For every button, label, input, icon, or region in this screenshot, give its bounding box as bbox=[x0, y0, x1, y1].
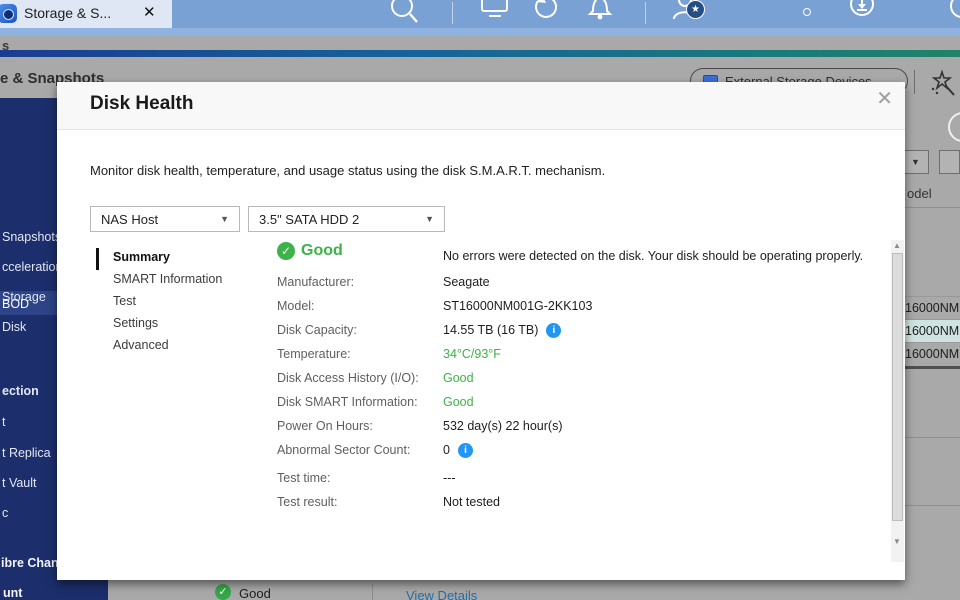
bell-icon[interactable] bbox=[585, 0, 615, 21]
info-icon[interactable]: i bbox=[546, 323, 561, 338]
topbar: ★ Storage & S... ✕ bbox=[0, 0, 960, 28]
bottom-column-divider bbox=[372, 584, 373, 600]
filter-dropdown-partial[interactable] bbox=[939, 150, 960, 174]
dot-indicator-icon bbox=[803, 8, 811, 16]
disk-health-dialog: Disk Health ✕ Monitor disk health, tempe… bbox=[57, 82, 905, 580]
health-status-message: No errors were detected on the disk. You… bbox=[443, 249, 863, 263]
tab-storage-snapshots[interactable]: Storage & S... ✕ bbox=[0, 0, 172, 28]
history-icon[interactable] bbox=[532, 0, 562, 23]
table-line bbox=[905, 437, 960, 438]
good-status-label: Good bbox=[239, 586, 271, 600]
disk-select-value: 3.5" SATA HDD 2 bbox=[259, 212, 359, 227]
topbar-divider bbox=[645, 2, 646, 24]
dialog-description: Monitor disk health, temperature, and us… bbox=[90, 163, 605, 178]
field-disk-smart-information: Disk SMART Information: Good bbox=[277, 390, 877, 414]
nav-summary[interactable]: Summary bbox=[96, 248, 222, 270]
health-status: ✓ Good bbox=[277, 242, 343, 260]
field-model: Model: ST16000NM001G-2KK103 bbox=[277, 294, 877, 318]
dialog-header: Disk Health ✕ bbox=[57, 82, 905, 130]
download-icon[interactable] bbox=[848, 0, 876, 21]
toolbar-divider bbox=[914, 70, 915, 94]
field-test-result: Test result: Not tested bbox=[277, 490, 877, 514]
topbar-lower-strip bbox=[0, 28, 960, 36]
field-temperature: Temperature: 34°C/93°F bbox=[277, 342, 877, 366]
nav-advanced[interactable]: Advanced bbox=[96, 336, 222, 358]
topbar-divider bbox=[452, 2, 453, 24]
health-status-label: Good bbox=[301, 242, 343, 260]
field-disk-capacity: Disk Capacity: 14.55 TB (16 TB) i bbox=[277, 318, 877, 342]
host-select[interactable]: NAS Host ▼ bbox=[90, 206, 240, 232]
magic-wand-icon[interactable] bbox=[928, 69, 956, 97]
partial-icon[interactable] bbox=[948, 0, 960, 22]
disk-select[interactable]: 3.5" SATA HDD 2 ▼ bbox=[248, 206, 445, 232]
dialog-scrollbar[interactable]: ▲ ▼ bbox=[891, 240, 904, 562]
table-line bbox=[905, 505, 960, 506]
table-row[interactable]: 16000NM bbox=[905, 342, 960, 365]
field-power-on-hours: Power On Hours: 532 day(s) 22 hour(s) bbox=[277, 414, 877, 438]
field-manufacturer: Manufacturer: Seagate bbox=[277, 270, 877, 294]
sidebar-item-mount[interactable]: unt bbox=[0, 586, 108, 600]
host-select-value: NAS Host bbox=[101, 212, 158, 227]
search-icon[interactable] bbox=[388, 0, 420, 25]
good-status-check-icon: ✓ bbox=[215, 584, 231, 600]
screen: ★ Storage & S... ✕ s e & Snapshots Exter… bbox=[0, 0, 960, 600]
table-end-line bbox=[905, 366, 960, 369]
nav-test[interactable]: Test bbox=[96, 292, 222, 314]
storage-app-icon bbox=[0, 4, 17, 23]
devices-icon[interactable] bbox=[480, 0, 510, 19]
view-details-link[interactable]: View Details bbox=[406, 588, 477, 600]
field-test-time: Test time: --- bbox=[277, 466, 877, 490]
nav-settings[interactable]: Settings bbox=[96, 314, 222, 336]
user-star-badge-icon[interactable]: ★ bbox=[686, 0, 705, 19]
model-column-header-fragment: odel bbox=[907, 186, 932, 201]
dialog-close-icon[interactable]: ✕ bbox=[876, 86, 893, 111]
info-icon[interactable]: i bbox=[458, 443, 473, 458]
filter-dropdown[interactable]: ▼ bbox=[902, 150, 929, 174]
tab-label: Storage & S... bbox=[24, 5, 111, 21]
dialog-title: Disk Health bbox=[90, 93, 193, 115]
window-search-icon[interactable] bbox=[948, 112, 960, 142]
chevron-down-icon: ▼ bbox=[220, 214, 229, 224]
nav-smart-information[interactable]: SMART Information bbox=[96, 270, 222, 292]
chevron-down-icon: ▼ bbox=[425, 214, 434, 224]
gradient-accent-bar bbox=[0, 50, 960, 57]
dialog-nav: Summary SMART Information Test Settings … bbox=[96, 248, 222, 358]
good-check-icon: ✓ bbox=[277, 242, 295, 260]
scroll-up-icon[interactable]: ▲ bbox=[893, 241, 901, 250]
table-row[interactable]: 16000NM bbox=[905, 296, 960, 319]
field-disk-access-history: Disk Access History (I/O): Good bbox=[277, 366, 877, 390]
table-line bbox=[905, 207, 960, 208]
table-row-selected[interactable]: 16000NM bbox=[905, 319, 960, 342]
field-abnormal-sector-count: Abnormal Sector Count: 0 i bbox=[277, 438, 877, 462]
disk-detail-fields: Manufacturer: Seagate Model: ST16000NM00… bbox=[277, 270, 877, 514]
scrollbar-thumb[interactable] bbox=[892, 253, 903, 521]
tab-close-icon[interactable]: ✕ bbox=[143, 3, 156, 21]
scroll-down-icon[interactable]: ▼ bbox=[893, 537, 901, 546]
